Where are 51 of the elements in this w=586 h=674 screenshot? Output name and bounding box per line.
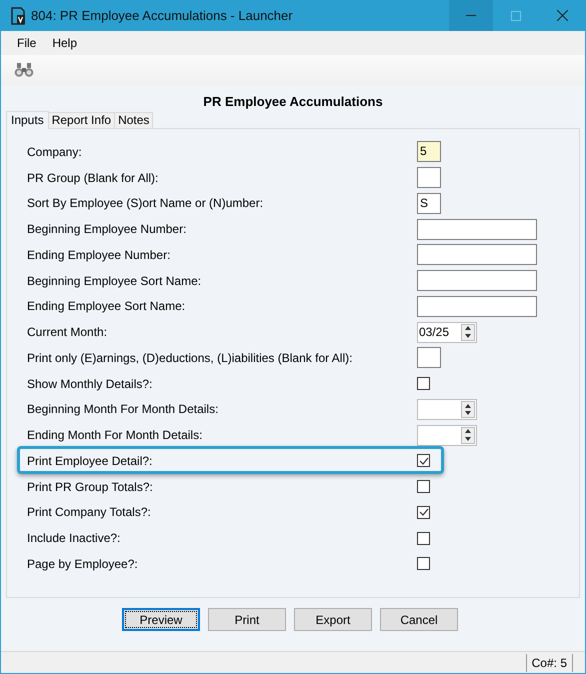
field-label: Print Employee Detail?: xyxy=(27,452,152,470)
input-field[interactable] xyxy=(417,347,441,368)
field-label: PR Group (Blank for All): xyxy=(27,170,158,187)
window-title: 804: PR Employee Accumulations - Launcher xyxy=(31,6,293,25)
field-label: Beginning Month For Month Details: xyxy=(27,401,218,418)
dialog-button[interactable]: Preview xyxy=(122,608,200,631)
report-heading: PR Employee Accumulations xyxy=(202,94,384,110)
field-label: Print Company Totals?: xyxy=(27,504,151,522)
input-field[interactable] xyxy=(417,270,537,292)
dialog-button[interactable]: Cancel xyxy=(380,608,458,631)
checkbox[interactable] xyxy=(417,454,430,468)
field-label: Print PR Group Totals?: xyxy=(27,478,153,496)
month-spinner[interactable] xyxy=(417,424,477,446)
checkbox[interactable] xyxy=(417,506,430,519)
field-label: Page by Employee?: xyxy=(27,556,138,573)
tab[interactable]: Report Info xyxy=(48,112,116,128)
field-label: Show Monthly Details?: xyxy=(27,376,152,393)
field-label: Ending Employee Number: xyxy=(27,246,170,264)
month-spinner[interactable] xyxy=(417,398,477,420)
close-icon xyxy=(556,10,568,21)
tab[interactable]: Inputs xyxy=(6,111,49,129)
input-field[interactable] xyxy=(417,167,441,188)
month-spinner[interactable]: 03/25 xyxy=(417,322,477,343)
field-label: Include Inactive?: xyxy=(27,530,120,548)
field-label: Ending Employee Sort Name: xyxy=(27,298,186,316)
input-field[interactable] xyxy=(417,218,537,240)
checkbox[interactable] xyxy=(417,480,430,494)
field-label: Current Month: xyxy=(27,324,108,342)
input-field[interactable]: S xyxy=(417,192,441,214)
tab[interactable]: Notes xyxy=(115,112,154,128)
checkbox[interactable] xyxy=(417,557,430,570)
field-label: Beginning Employee Number: xyxy=(27,221,186,238)
app-icon xyxy=(10,6,26,24)
field-label: Beginning Employee Sort Name: xyxy=(27,272,202,290)
maximize-icon xyxy=(511,10,521,20)
input-field[interactable]: 5 xyxy=(417,141,441,162)
menu-item[interactable]: Help xyxy=(44,34,86,52)
input-field[interactable] xyxy=(417,244,537,266)
minimize-icon xyxy=(466,15,476,16)
field-label: Company: xyxy=(27,144,82,161)
input-field[interactable] xyxy=(417,296,537,317)
field-label: Sort By Employee (S)ort Name or (N)umber: xyxy=(27,195,264,212)
binoculars-icon[interactable] xyxy=(14,63,34,77)
checkbox[interactable] xyxy=(417,377,430,390)
menu-item[interactable]: File xyxy=(9,34,44,52)
company-status: Co#: 5 xyxy=(526,654,573,672)
dialog-button[interactable]: Export xyxy=(294,608,372,631)
dialog-button[interactable]: Print xyxy=(208,608,286,631)
field-label: Print only (E)arnings, (D)eductions, (L)iabilities (Blank for All): xyxy=(27,350,352,367)
checkbox[interactable] xyxy=(417,532,430,545)
field-label: Ending Month For Month Details: xyxy=(27,427,202,444)
